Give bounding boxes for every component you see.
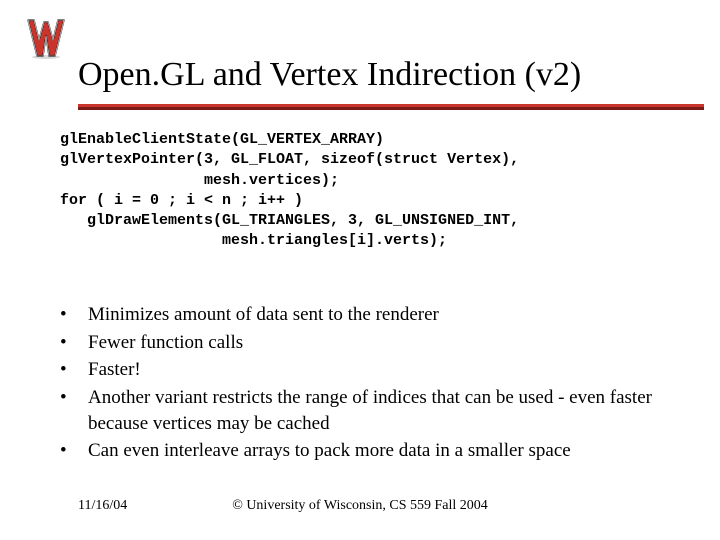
wisconsin-w-logo (22, 16, 70, 65)
bullet-item: •Another variant restricts the range of … (58, 385, 670, 436)
bullet-dot-icon: • (58, 438, 88, 464)
bullet-dot-icon: • (58, 302, 88, 328)
bullet-text: Another variant restricts the range of i… (88, 385, 670, 436)
bullet-text: Faster! (88, 357, 670, 383)
slide-title: Open.GL and Vertex Indirection (v2) (78, 56, 704, 94)
footer-date: 11/16/04 (78, 498, 127, 514)
bullet-text: Can even interleave arrays to pack more … (88, 438, 670, 464)
bullet-item: •Faster! (58, 357, 670, 383)
bullet-list: •Minimizes amount of data sent to the re… (58, 302, 670, 466)
bullet-text: Fewer function calls (88, 330, 670, 356)
bullet-item: •Can even interleave arrays to pack more… (58, 438, 670, 464)
bullet-item: •Minimizes amount of data sent to the re… (58, 302, 670, 328)
bullet-item: •Fewer function calls (58, 330, 670, 356)
bullet-dot-icon: • (58, 357, 88, 383)
bullet-text: Minimizes amount of data sent to the ren… (88, 302, 670, 328)
code-block: glEnableClientState(GL_VERTEX_ARRAY) glV… (60, 130, 690, 252)
slide-footer: 11/16/04 © University of Wisconsin, CS 5… (0, 498, 720, 514)
bullet-dot-icon: • (58, 330, 88, 356)
title-rule (78, 104, 704, 110)
bullet-dot-icon: • (58, 385, 88, 411)
